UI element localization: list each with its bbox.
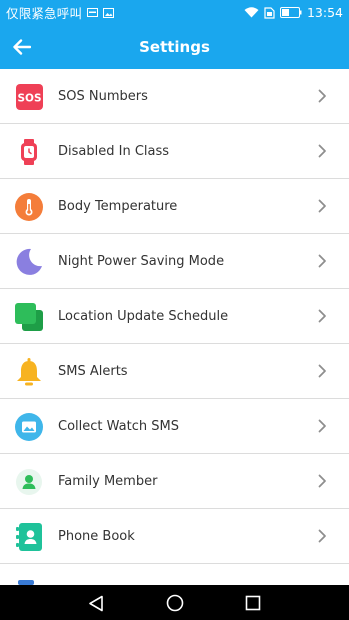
chevron-right-icon: [318, 89, 326, 103]
nav-recents-button[interactable]: [243, 593, 263, 613]
menu-item-night-power-saving-mode[interactable]: Night Power Saving Mode: [0, 234, 349, 289]
wifi-icon: [244, 7, 259, 18]
chevron-right-icon: [318, 309, 326, 323]
menu-item-family-member[interactable]: Family Member: [0, 454, 349, 509]
page-title: Settings: [139, 38, 210, 56]
person-icon: [14, 467, 44, 497]
sos-icon: SOS: [14, 82, 44, 112]
menu-label: Collect Watch SMS: [58, 419, 179, 434]
chevron-right-icon: [318, 419, 326, 433]
menu-label: Location Update Schedule: [58, 309, 229, 324]
menu-item-body-temperature[interactable]: Body Temperature: [0, 179, 349, 234]
nav-home-button[interactable]: [165, 593, 185, 613]
sim-icon: [264, 6, 275, 19]
menu-label: Phone Book: [58, 529, 135, 544]
status-right: 13:54: [244, 5, 343, 20]
stacked-squares-icon: [14, 302, 44, 332]
status-left: 仅限紧急呼叫: [6, 3, 115, 22]
chevron-right-icon: [318, 254, 326, 268]
menu-item-phone-book[interactable]: Phone Book: [0, 509, 349, 564]
chevron-right-icon: [318, 144, 326, 158]
chevron-right-icon: [318, 199, 326, 213]
menu-item-sms-alerts[interactable]: SMS Alerts: [0, 344, 349, 399]
menu-label: SMS Alerts: [58, 364, 128, 379]
app-header: Settings: [0, 25, 349, 69]
clock-text: 13:54: [306, 5, 343, 20]
menu-item-collect-watch-sms[interactable]: Collect Watch SMS: [0, 399, 349, 454]
triangle-back-icon: [89, 595, 103, 611]
image-notification-icon: [103, 7, 115, 18]
menu-label: Night Power Saving Mode: [58, 254, 225, 269]
menu-item-sos-numbers[interactable]: SOS SOS Numbers: [0, 69, 349, 124]
chevron-right-icon: [318, 364, 326, 378]
chevron-right-icon: [318, 474, 326, 488]
square-recents-icon: [245, 595, 261, 611]
back-button[interactable]: [8, 33, 36, 61]
bell-icon: [14, 357, 44, 387]
thermometer-icon: [14, 192, 44, 222]
row-divider: [0, 563, 349, 564]
settings-list: SOS SOS Numbers Disabled In Class Body T…: [0, 69, 349, 585]
notification-icon: [87, 8, 99, 17]
chevron-right-icon: [318, 529, 326, 543]
contact-book-icon: [14, 522, 44, 552]
status-bar: 仅限紧急呼叫 13:54: [0, 0, 349, 25]
battery-icon: [279, 7, 302, 18]
settings-screen: 仅限紧急呼叫 13:54 Settings SOS SOS Numbers Di…: [0, 0, 349, 620]
circle-home-icon: [166, 594, 184, 612]
image-message-icon: [14, 412, 44, 442]
menu-label: Family Member: [58, 474, 158, 489]
moon-icon: [14, 247, 44, 277]
menu-label: Disabled In Class: [58, 144, 170, 159]
menu-item-location-update-schedule[interactable]: Location Update Schedule: [0, 289, 349, 344]
watch-icon: [14, 137, 44, 167]
menu-label: Body Temperature: [58, 199, 178, 214]
nav-back-button[interactable]: [86, 593, 106, 613]
menu-item-partial[interactable]: [0, 565, 349, 585]
carrier-text: 仅限紧急呼叫: [6, 6, 83, 21]
system-nav-bar: [0, 585, 349, 620]
menu-label: SOS Numbers: [58, 89, 148, 104]
sos-icon-text: SOS: [17, 93, 41, 105]
arrow-left-icon: [13, 39, 31, 55]
menu-item-disabled-in-class[interactable]: Disabled In Class: [0, 124, 349, 179]
